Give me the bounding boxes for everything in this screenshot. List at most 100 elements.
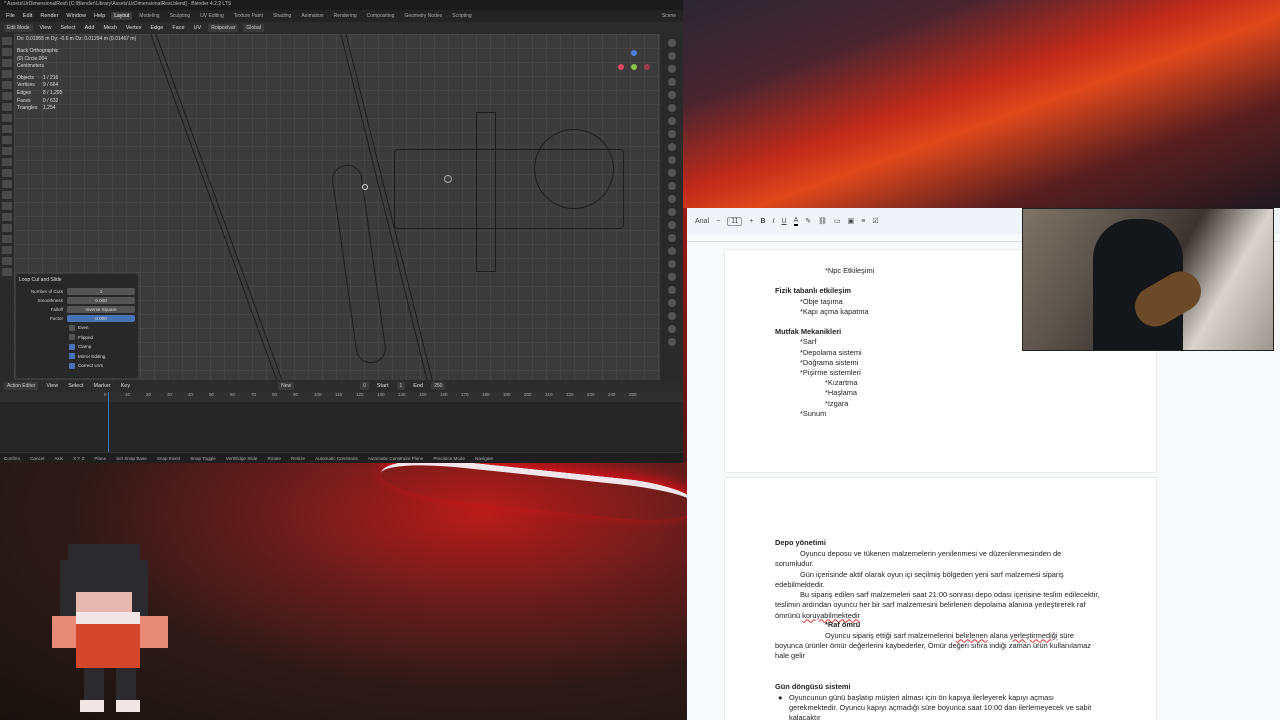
field-value-input[interactable]: 1 <box>67 288 135 295</box>
timeline-menu-marker[interactable]: Marker <box>91 382 112 390</box>
properties-tab-icon[interactable] <box>667 260 676 268</box>
workspace-tab-uv-editing[interactable]: UV Editing <box>197 12 227 20</box>
end-frame-input[interactable]: 250 <box>431 382 446 390</box>
properties-tab-icon[interactable] <box>667 104 676 112</box>
checkbox[interactable] <box>69 353 75 360</box>
properties-tab-icon[interactable] <box>667 221 676 229</box>
menu-help[interactable]: Help <box>92 12 107 20</box>
header-menu-edge[interactable]: Edge <box>148 24 165 32</box>
tool-icon[interactable] <box>2 246 12 254</box>
header-menu-view[interactable]: View <box>38 24 54 32</box>
properties-tab-icon[interactable] <box>667 169 676 177</box>
field-value-input[interactable]: Inverse Square <box>67 306 135 313</box>
tool-icon[interactable] <box>2 37 12 45</box>
mode-dropdown[interactable]: Edit Mode <box>4 24 33 32</box>
bold-button[interactable]: B <box>760 218 765 225</box>
menu-file[interactable]: File <box>4 12 17 20</box>
tool-icon[interactable] <box>2 224 12 232</box>
new-action-button[interactable]: New <box>278 382 295 390</box>
snap-dropdown[interactable]: Rotpostvar <box>208 24 239 32</box>
properties-tab-icon[interactable] <box>667 273 676 281</box>
tool-icon[interactable] <box>2 59 12 67</box>
workspace-tab-shading[interactable]: Shading <box>270 12 294 20</box>
text-color-icon[interactable]: A <box>793 217 799 226</box>
gizmo-y-axis[interactable] <box>631 64 637 70</box>
link-icon[interactable]: ⛓ <box>818 217 827 225</box>
checkbox[interactable] <box>69 362 75 369</box>
properties-tab-icon[interactable] <box>667 91 676 99</box>
current-frame-input[interactable]: 0 <box>360 382 369 390</box>
tool-icon[interactable] <box>2 114 12 122</box>
workspace-tab-rendering[interactable]: Rendering <box>331 12 360 20</box>
editor-type-dropdown[interactable]: Action Editor <box>4 382 39 390</box>
increase-font-size-button[interactable]: + <box>749 218 753 225</box>
tool-icon[interactable] <box>2 48 12 56</box>
properties-tab-icon[interactable] <box>667 338 676 346</box>
workspace-tab-sculpting[interactable]: Sculpting <box>167 12 194 20</box>
doc-page-2[interactable]: Depo yönetimi Oyuncu deposu ve tükenen m… <box>725 478 1156 720</box>
checkbox-row[interactable]: Clamp <box>19 342 135 352</box>
checkbox-row[interactable]: Mirror Editing <box>19 352 135 362</box>
properties-tab-icon[interactable] <box>667 312 676 320</box>
font-dropdown[interactable]: Arial <box>695 218 709 225</box>
checkbox[interactable] <box>69 324 75 331</box>
checkbox-row[interactable]: Even <box>19 323 135 333</box>
3d-cursor[interactable] <box>362 184 368 190</box>
comment-icon[interactable]: ▭ <box>834 217 841 225</box>
header-menu-vertex[interactable]: Vertex <box>124 24 144 32</box>
font-size-input[interactable]: 11 <box>727 216 743 226</box>
properties-tab-icon[interactable] <box>667 156 676 164</box>
workspace-tab-scripting[interactable]: Scripting <box>449 12 474 20</box>
properties-tab-icon[interactable] <box>667 182 676 190</box>
playhead[interactable] <box>108 392 109 452</box>
menu-render[interactable]: Render <box>38 12 60 20</box>
checkbox-row[interactable]: Correct UVs <box>19 361 135 371</box>
gizmo-x-axis[interactable] <box>618 64 624 70</box>
timeline-frames[interactable]: 0 10 20 30 40 50 60 70 80 90 100 110 120 130 140 150 160… <box>0 392 683 452</box>
tool-icon[interactable] <box>2 202 12 210</box>
tool-icon[interactable] <box>2 70 12 78</box>
properties-tab-icon[interactable] <box>667 117 676 125</box>
menu-edit[interactable]: Edit <box>21 12 34 20</box>
workspace-tab-animation[interactable]: Animation <box>298 12 326 20</box>
timeline-menu-key[interactable]: Key <box>119 382 132 390</box>
decrease-font-size-button[interactable]: − <box>716 218 720 225</box>
align-icon[interactable]: ≡ <box>861 218 865 225</box>
header-menu-mesh[interactable]: Mesh <box>101 24 118 32</box>
field-value-input[interactable]: 0.000 <box>67 315 135 322</box>
header-menu-add[interactable]: Add <box>83 24 97 32</box>
properties-tab-icon[interactable] <box>667 247 676 255</box>
tool-icon[interactable] <box>2 158 12 166</box>
tool-icon[interactable] <box>2 125 12 133</box>
checkbox[interactable] <box>69 343 75 350</box>
header-menu-uv[interactable]: UV <box>192 24 204 32</box>
start-frame-input[interactable]: 1 <box>396 382 406 390</box>
underline-button[interactable]: U <box>782 218 787 225</box>
workspace-tab-modeling[interactable]: Modeling <box>136 12 162 20</box>
gizmo-z-axis[interactable] <box>631 50 637 56</box>
properties-tab-icon[interactable] <box>667 286 676 294</box>
properties-tab-icon[interactable] <box>667 143 676 151</box>
header-menu-select[interactable]: Select <box>58 24 77 32</box>
tool-icon[interactable] <box>2 235 12 243</box>
menu-window[interactable]: Window <box>64 12 88 20</box>
loop-cut-operator-panel[interactable]: Loop Cut and Slide Number of Cuts 1 Smooth… <box>16 274 138 378</box>
tool-icon[interactable] <box>2 92 12 100</box>
workspace-tab-texture-paint[interactable]: Texture Paint <box>231 12 266 20</box>
misspelled-word[interactable]: belirlenen <box>956 631 988 640</box>
properties-tab-icon[interactable] <box>667 39 676 47</box>
properties-tab-icon[interactable] <box>667 234 676 242</box>
tool-icon[interactable] <box>2 257 12 265</box>
tool-icon[interactable] <box>2 103 12 111</box>
italic-button[interactable]: I <box>773 218 775 225</box>
gizmo-neg-x-axis[interactable] <box>644 64 650 70</box>
misspelled-word[interactable]: yerleştirmediği <box>1010 631 1058 640</box>
workspace-tab-geometry-nodes[interactable]: Geometry Nodes <box>401 12 445 20</box>
tool-icon[interactable] <box>2 180 12 188</box>
properties-tab-icon[interactable] <box>667 130 676 138</box>
checkbox-row[interactable]: Flipped <box>19 333 135 343</box>
workspace-tab-layout[interactable]: Layout <box>111 12 133 20</box>
properties-tab-icon[interactable] <box>667 78 676 86</box>
tool-icon[interactable] <box>2 268 12 276</box>
properties-tab-icon[interactable] <box>667 325 676 333</box>
